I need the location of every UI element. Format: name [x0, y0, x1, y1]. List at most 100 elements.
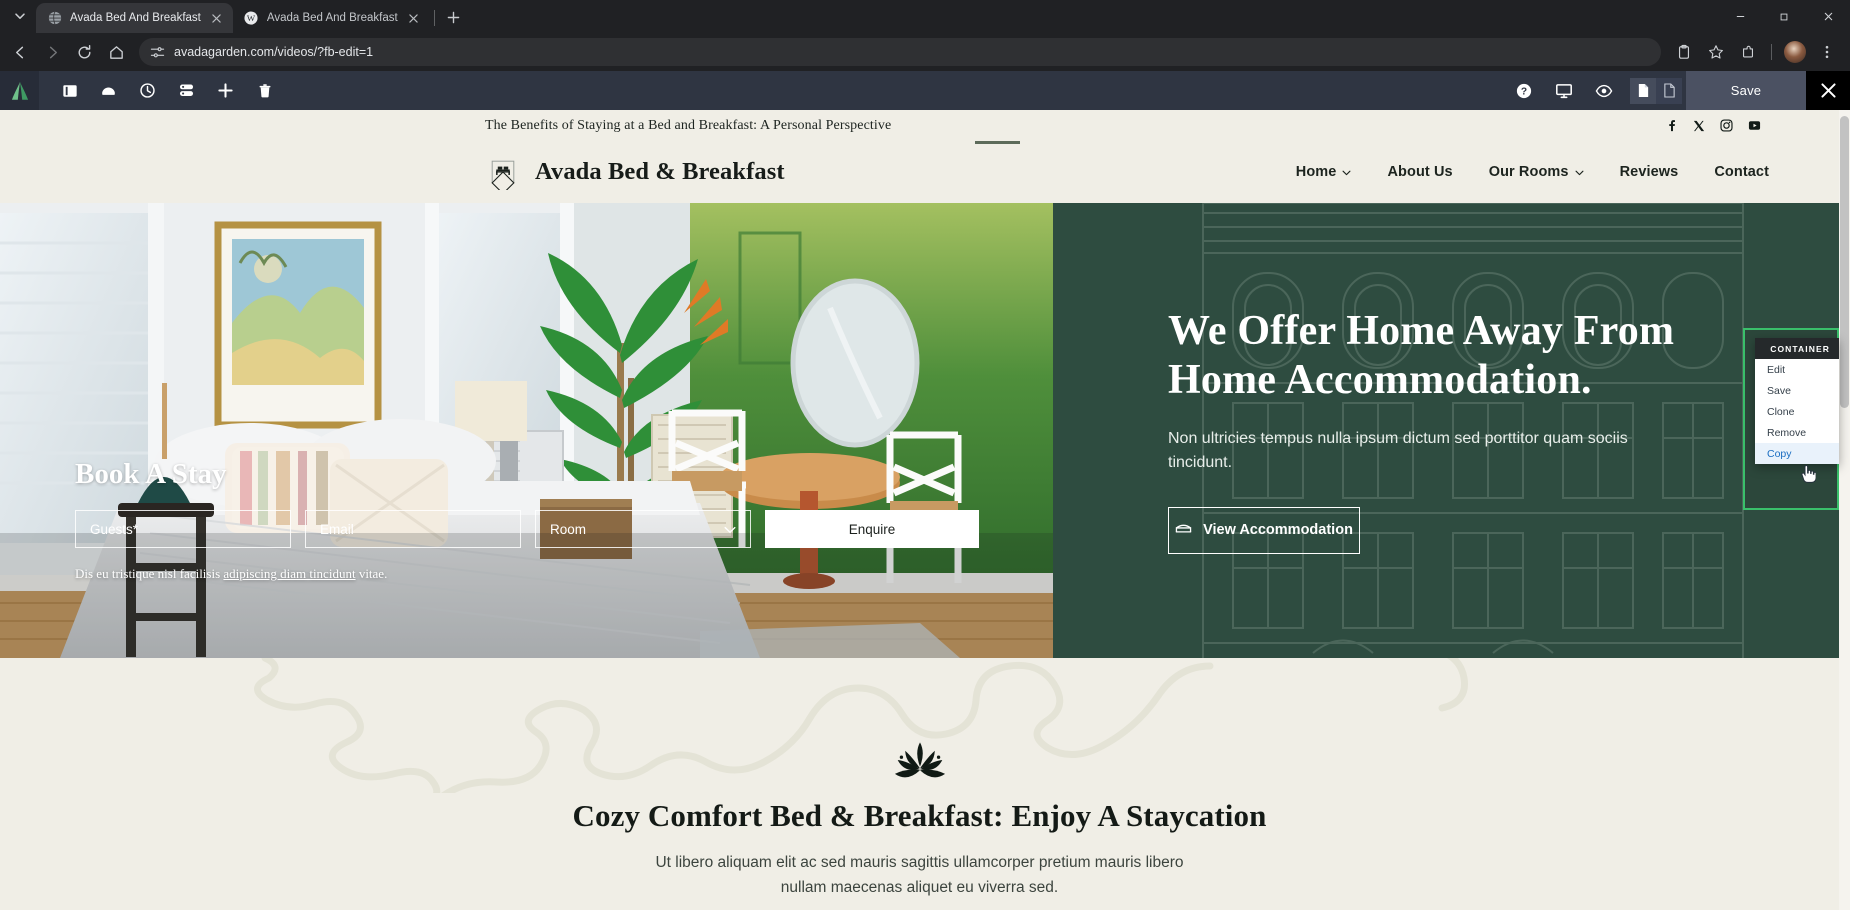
tab-divider — [433, 10, 435, 26]
email-placeholder: Email — [320, 521, 354, 537]
nav-label: Reviews — [1619, 164, 1679, 180]
booking-note-suffix: vitae. — [355, 566, 388, 581]
nav-label: Home — [1295, 164, 1337, 180]
hero-room-photo — [0, 203, 1053, 658]
booking-title: Book A Stay — [75, 458, 227, 490]
browser-tab[interactable]: Avada Bed And Breakfast — [36, 3, 233, 33]
website-viewport: The Benefits of Staying at a Bed and Bre… — [0, 110, 1839, 910]
avada-builder-toolbar: ? Save — [0, 71, 1850, 110]
instagram-icon[interactable] — [1720, 119, 1733, 132]
builder-left-tools — [39, 71, 284, 110]
nav-item-about-us[interactable]: About Us — [1387, 164, 1452, 180]
context-menu-item-save[interactable]: Save — [1755, 380, 1839, 401]
view-accommodation-button[interactable]: View Accommodation — [1168, 506, 1360, 554]
profile-avatar[interactable] — [1784, 41, 1806, 63]
context-menu-item-copy[interactable]: Copy — [1755, 443, 1839, 464]
trash-icon[interactable] — [245, 71, 284, 110]
svg-text:W: W — [247, 13, 256, 23]
browser-tab[interactable]: W Avada Bed And Breakfast — [233, 3, 430, 33]
add-plus-icon[interactable] — [206, 71, 245, 110]
tune-icon[interactable] — [150, 45, 165, 60]
nav-item-reviews[interactable]: Reviews — [1620, 164, 1679, 180]
history-clock-icon[interactable] — [128, 71, 167, 110]
window-maximize-button[interactable] — [1762, 0, 1806, 33]
save-button[interactable]: Save — [1686, 71, 1806, 110]
hero-heading: We Offer Home Away From Home Accommodati… — [1168, 308, 1675, 403]
responsive-monitor-icon[interactable] — [1544, 71, 1584, 110]
avada-logo[interactable] — [0, 71, 39, 110]
document-view-toggle — [1630, 77, 1682, 104]
bed-diamond-logo — [485, 154, 521, 195]
site-header: Avada Bed & Breakfast Home About Us Our … — [0, 141, 1839, 203]
mouse-cursor-pointer — [1800, 465, 1817, 483]
hero-paragraph: Non ultricies tempus nulla ipsum dictum … — [1168, 429, 1628, 471]
svg-text:?: ? — [1521, 86, 1527, 97]
wordpress-icon: W — [244, 11, 259, 26]
booking-fields-row: Guests* Email Room Enquire — [75, 510, 980, 548]
browser-window: Avada Bed And Breakfast W Avada Bed And … — [0, 0, 1850, 910]
address-bar[interactable]: avadagarden.com/videos/?fb-edit=1 — [139, 38, 1661, 66]
home-icon[interactable] — [101, 37, 131, 67]
context-menu-item-edit[interactable]: Edit — [1755, 359, 1839, 380]
guests-input[interactable]: Guests* — [75, 510, 291, 548]
context-menu-title: CONTAINER — [1755, 338, 1839, 359]
reload-icon[interactable] — [69, 37, 99, 67]
globe-icon — [47, 11, 62, 26]
email-input[interactable]: Email — [305, 510, 521, 548]
nav-label: Contact — [1714, 164, 1769, 180]
enquire-button[interactable]: Enquire — [765, 510, 979, 548]
window-minimize-button[interactable] — [1718, 0, 1762, 33]
bookmark-star-icon[interactable] — [1701, 37, 1731, 67]
save-library-icon[interactable] — [89, 71, 128, 110]
help-question-icon[interactable]: ? — [1504, 71, 1544, 110]
tab-search-icon[interactable] — [6, 2, 34, 30]
room-select[interactable]: Room — [535, 510, 751, 548]
intro-content: Cozy Comfort Bed & Breakfast: Enjoy A St… — [0, 658, 1839, 901]
tab-title: Avada Bed And Breakfast — [70, 12, 201, 24]
booking-note: Dis eu tristique nisl facilisis adipisci… — [75, 566, 980, 582]
builder-right-tools: ? Save — [1504, 71, 1850, 110]
page-canvas: The Benefits of Staying at a Bed and Bre… — [0, 110, 1850, 910]
page-filled-icon[interactable] — [1630, 77, 1656, 104]
page-scrollbar[interactable]: ▲ — [1839, 110, 1850, 910]
context-menu-item-clone[interactable]: Clone — [1755, 401, 1839, 422]
booking-note-link[interactable]: adipiscing diam tincidunt — [223, 566, 355, 581]
forward-icon[interactable] — [37, 37, 67, 67]
site-topbar: The Benefits of Staying at a Bed and Bre… — [0, 110, 1839, 141]
intro-paragraph: Ut libero aliquam elit ac sed mauris sag… — [655, 854, 1184, 896]
address-bar-row: avadagarden.com/videos/?fb-edit=1 — [0, 33, 1850, 71]
window-close-button[interactable] — [1806, 0, 1850, 33]
clipboard-icon[interactable] — [1669, 37, 1699, 67]
close-builder-button[interactable] — [1806, 71, 1850, 110]
social-links — [1665, 119, 1761, 132]
back-icon[interactable] — [5, 37, 35, 67]
brand-name: Avada Bed & Breakfast — [535, 158, 785, 185]
site-brand[interactable]: Avada Bed & Breakfast — [485, 154, 785, 195]
booking-note-prefix: Dis eu tristique nisl facilisis — [75, 566, 224, 581]
room-placeholder: Room — [550, 521, 587, 537]
more-menu-icon[interactable] — [1812, 37, 1842, 67]
site-navigation: Home About Us Our Rooms Reviews Contact — [1296, 164, 1769, 180]
scrollbar-thumb[interactable] — [1840, 116, 1849, 408]
omnibox-actions — [1669, 37, 1842, 67]
tab-close-icon[interactable] — [406, 10, 422, 26]
topbar-headline: The Benefits of Staying at a Bed and Bre… — [485, 117, 892, 133]
facebook-icon[interactable] — [1665, 119, 1678, 132]
extensions-icon[interactable] — [1733, 37, 1763, 67]
page-outline-icon[interactable] — [1656, 77, 1682, 104]
nav-item-our-rooms[interactable]: Our Rooms — [1489, 164, 1584, 180]
new-tab-button[interactable] — [441, 4, 467, 30]
chevron-down-icon — [1342, 164, 1351, 180]
context-menu-item-remove[interactable]: Remove — [1755, 422, 1839, 443]
nav-item-home[interactable]: Home — [1296, 164, 1352, 180]
x-twitter-icon[interactable] — [1693, 120, 1705, 132]
hero-section: We Offer Home Away From Home Accommodati… — [0, 203, 1839, 658]
layers-icon[interactable] — [167, 71, 206, 110]
preview-eye-icon[interactable] — [1584, 71, 1624, 110]
nav-item-contact[interactable]: Contact — [1714, 164, 1769, 180]
nav-active-indicator — [975, 141, 1020, 144]
tab-close-icon[interactable] — [209, 10, 225, 26]
intro-heading: Cozy Comfort Bed & Breakfast: Enjoy A St… — [572, 798, 1267, 833]
layout-panel-icon[interactable] — [50, 71, 89, 110]
youtube-icon[interactable] — [1748, 119, 1761, 132]
